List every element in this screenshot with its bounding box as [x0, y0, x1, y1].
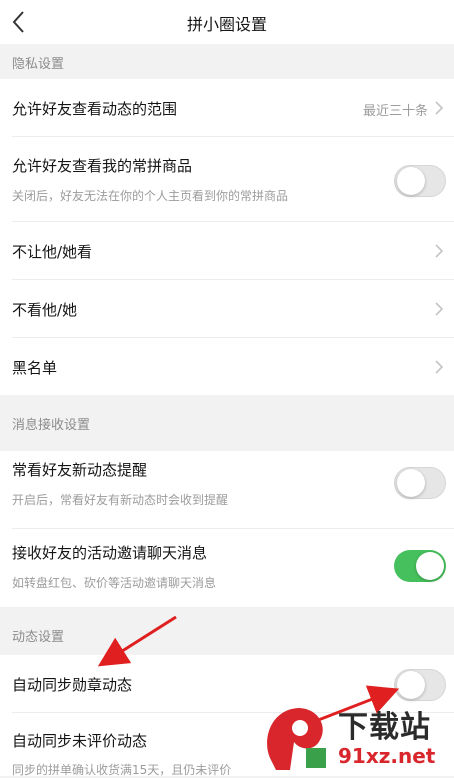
row-title: 不看他/她 [12, 301, 78, 319]
watermark-url: 91xz.net [338, 744, 436, 768]
row-title: 接收好友的活动邀请聊天消息 [12, 544, 208, 562]
chevron-right-icon [435, 302, 444, 316]
watermark-logo-icon [267, 708, 326, 770]
row-subtitle: 开启后，常看好友有新动态时会收到提醒 [12, 493, 229, 507]
row-title: 黑名单 [12, 359, 58, 377]
row-blacklist[interactable]: 黑名单 [0, 338, 454, 395]
row-title: 允许好友查看我的常拼商品 [12, 157, 193, 175]
chevron-right-icon [435, 244, 444, 258]
row-subtitle: 关闭后，好友无法在你的个人主页看到你的常拼商品 [12, 189, 289, 203]
row-subtitle: 如转盘红包、砍价等活动邀请聊天消息 [12, 576, 217, 590]
friend-updates-toggle[interactable] [394, 467, 446, 499]
nav-bar: 拼小圈设置 [0, 0, 454, 44]
watermark-title: 下载站 [338, 710, 431, 745]
section-header-privacy: 隐私设置 [0, 44, 454, 79]
row-title: 不让他/她看 [12, 243, 93, 261]
page-title: 拼小圈设置 [186, 15, 267, 34]
section-header-dynamics: 动态设置 [0, 607, 454, 655]
chevron-right-icon [435, 101, 444, 115]
row-view-range[interactable]: 允许好友查看动态的范围 最近三十条 [0, 79, 454, 137]
row-activity-invites: 接收好友的活动邀请聊天消息 如转盘红包、砍价等活动邀请聊天消息 [0, 529, 454, 607]
row-title: 允许好友查看动态的范围 [12, 100, 178, 118]
row-friend-updates: 常看好友新动态提醒 开启后，常看好友有新动态时会收到提醒 [0, 451, 454, 529]
chevron-right-icon [435, 360, 444, 374]
row-subtitle: 同步的拼单确认收货满15天，且仍未评价 [12, 763, 232, 777]
watermark: 下载站 91xz.net [260, 696, 450, 774]
row-title: 自动同步未评价动态 [12, 732, 148, 750]
view-range-value: 最近三十条 [362, 104, 428, 119]
activity-invites-toggle[interactable] [394, 550, 446, 582]
frequent-goods-toggle[interactable] [394, 165, 446, 197]
row-title: 常看好友新动态提醒 [12, 461, 148, 479]
section-header-message: 消息接收设置 [0, 395, 454, 451]
row-hide-posts[interactable]: 不看他/她 [0, 280, 454, 338]
row-frequent-goods: 允许好友查看我的常拼商品 关闭后，好友无法在你的个人主页看到你的常拼商品 [0, 137, 454, 222]
row-title: 自动同步勋章动态 [12, 676, 133, 694]
row-block-view[interactable]: 不让他/她看 [0, 222, 454, 280]
